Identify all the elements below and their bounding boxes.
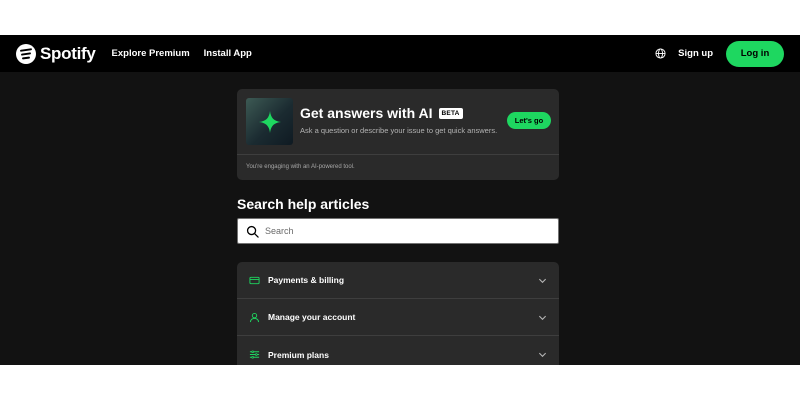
topic-premium-plans[interactable]: Premium plans bbox=[237, 336, 559, 365]
user-icon bbox=[249, 312, 260, 322]
logo-text: Spotify bbox=[40, 43, 96, 63]
ai-card-subtitle: Ask a question or describe your issue to… bbox=[300, 126, 498, 135]
lets-go-button[interactable]: Let's go bbox=[507, 112, 551, 129]
topic-label: Premium plans bbox=[268, 349, 329, 360]
search-heading: Search help articles bbox=[237, 196, 370, 212]
chevron-down-icon bbox=[538, 315, 547, 320]
spotify-logo-icon bbox=[16, 43, 36, 64]
globe-icon[interactable] bbox=[655, 48, 666, 59]
ai-disclaimer: You're engaging with an AI-powered tool. bbox=[246, 164, 355, 170]
top-nav-bar: Spotify Explore Premium Install App Sign… bbox=[0, 35, 800, 72]
topic-label: Payments & billing bbox=[268, 275, 345, 285]
search-box[interactable] bbox=[237, 218, 559, 244]
credit-card-icon bbox=[249, 276, 260, 284]
list-icon bbox=[249, 350, 260, 359]
ai-card-divider bbox=[237, 154, 559, 155]
ai-assistant-card: Get answers with AI BETA Ask a question … bbox=[237, 89, 559, 180]
chevron-down-icon bbox=[538, 278, 547, 283]
search-icon bbox=[246, 225, 259, 238]
nav-install-app[interactable]: Install App bbox=[204, 48, 252, 59]
help-topics-list: Payments & billing Manage your account P… bbox=[237, 262, 559, 365]
sparkle-icon bbox=[258, 110, 281, 133]
signup-link[interactable]: Sign up bbox=[678, 48, 713, 59]
chevron-down-icon bbox=[538, 352, 547, 358]
ai-card-title: Get answers with AI bbox=[300, 105, 433, 121]
beta-badge: BETA bbox=[438, 107, 463, 119]
ai-thumbnail bbox=[246, 98, 293, 145]
login-button[interactable]: Log in bbox=[726, 40, 784, 67]
spotify-logo[interactable]: Spotify bbox=[16, 43, 96, 64]
main-content: Get answers with AI BETA Ask a question … bbox=[0, 72, 800, 365]
topic-payments-billing[interactable]: Payments & billing bbox=[237, 262, 559, 299]
topic-label: Manage your account bbox=[268, 312, 356, 322]
topic-manage-account[interactable]: Manage your account bbox=[237, 299, 559, 336]
nav-explore-premium[interactable]: Explore Premium bbox=[112, 48, 190, 59]
ai-title-row: Get answers with AI BETA bbox=[300, 105, 463, 121]
search-input[interactable] bbox=[265, 226, 545, 236]
